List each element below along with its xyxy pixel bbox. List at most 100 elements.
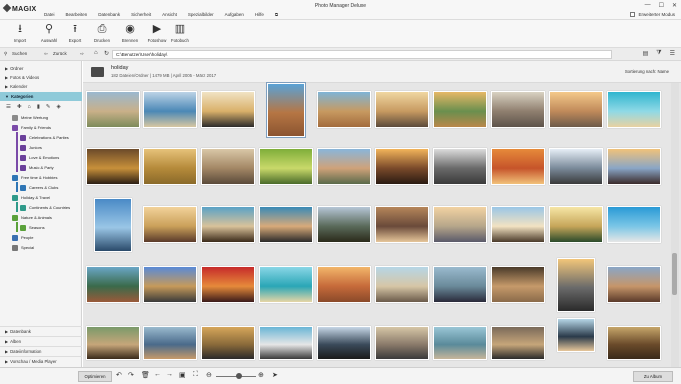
- drucken-button[interactable]: ⎙ Drucken: [90, 23, 114, 43]
- sidebar-section-datenbank[interactable]: ▶ Datenbank: [0, 326, 82, 335]
- view-mode-icon[interactable]: ▤: [643, 50, 649, 57]
- photo-thumbnail[interactable]: [375, 206, 429, 243]
- sidebar-section-vorschau[interactable]: ▶ Vorschau / Media Player: [0, 356, 82, 365]
- trash-icon[interactable]: 🗑: [141, 371, 150, 379]
- photo-thumbnail[interactable]: [259, 266, 313, 303]
- zoom-out-icon[interactable]: ⊖: [206, 371, 212, 379]
- photo-thumbnail[interactable]: [491, 148, 545, 185]
- menu-datei[interactable]: Datei: [44, 12, 55, 17]
- photo-thumbnail[interactable]: [375, 91, 429, 128]
- list-icon[interactable]: ☰: [6, 104, 11, 110]
- advanced-mode-toggle[interactable]: Erweiterter Modus: [630, 12, 675, 17]
- sidebar-section-fotos-videos[interactable]: ▶ Fotos & Videos: [0, 73, 82, 82]
- maximize-icon[interactable]: ☐: [659, 2, 664, 9]
- add-to-album-button[interactable]: Zu Album: [633, 371, 673, 382]
- export-button[interactable]: ⭱ Export: [63, 23, 87, 43]
- undo-icon[interactable]: ↶: [116, 371, 122, 379]
- forward-arrow-icon[interactable]: ⇨: [80, 51, 84, 57]
- fotoshow-button[interactable]: ▶ Fotoshow: [145, 23, 169, 43]
- photo-thumbnail[interactable]: [607, 326, 661, 360]
- sidebar-section-kalender[interactable]: ▶ Kalender: [0, 82, 82, 91]
- photo-thumbnail[interactable]: [433, 91, 487, 128]
- advanced-mode-checkbox[interactable]: [630, 12, 636, 17]
- scrollbar-thumb[interactable]: [672, 253, 677, 295]
- new-category-icon[interactable]: ✚: [17, 104, 22, 110]
- minimize-icon[interactable]: —: [645, 2, 651, 9]
- category-item[interactable]: Celebrations & Parties: [20, 134, 69, 142]
- gallery-icon[interactable]: ▣: [179, 371, 186, 379]
- photo-thumbnail[interactable]: [607, 148, 661, 185]
- photo-thumbnail[interactable]: [259, 326, 313, 360]
- home-icon[interactable]: ⌂: [94, 50, 98, 56]
- photo-thumbnail[interactable]: [201, 206, 255, 243]
- send-icon[interactable]: ➤: [272, 371, 278, 379]
- category-item[interactable]: Continents & Countries: [20, 204, 70, 212]
- arrow-right-icon[interactable]: →: [166, 371, 173, 378]
- photo-thumbnail[interactable]: [433, 148, 487, 185]
- close-icon[interactable]: ✕: [672, 2, 677, 9]
- photo-thumbnail[interactable]: [86, 266, 140, 303]
- fotobuch-button[interactable]: ▥ Fotobuch: [168, 23, 192, 43]
- refresh-icon[interactable]: ↻: [104, 50, 109, 57]
- category-item[interactable]: Nature & Animals: [12, 214, 52, 222]
- filter-icon[interactable]: ⧩: [656, 50, 661, 57]
- photo-thumbnail[interactable]: [143, 148, 197, 185]
- photo-thumbnail[interactable]: [317, 206, 371, 243]
- back-arrow-icon[interactable]: ⇦: [44, 51, 48, 57]
- category-item[interactable]: Free time & Hobbies: [12, 174, 57, 182]
- photo-thumbnail[interactable]: [491, 266, 545, 303]
- photo-thumbnail[interactable]: [549, 206, 603, 243]
- vertical-scrollbar[interactable]: [671, 83, 679, 367]
- photo-thumbnail[interactable]: [375, 148, 429, 185]
- photo-thumbnail[interactable]: [86, 148, 140, 185]
- menu-bearbeiten[interactable]: Bearbeiten: [66, 12, 88, 17]
- photo-thumbnail[interactable]: [491, 206, 545, 243]
- photo-thumbnail[interactable]: [317, 326, 371, 360]
- photo-thumbnail[interactable]: [143, 206, 197, 243]
- photo-thumbnail[interactable]: [143, 91, 197, 128]
- photo-thumbnail[interactable]: [201, 148, 255, 185]
- photo-thumbnail[interactable]: [259, 206, 313, 243]
- photo-thumbnail[interactable]: [375, 326, 429, 360]
- menu-hilfe[interactable]: Hilfe: [255, 12, 264, 17]
- photo-thumbnail[interactable]: [317, 91, 371, 128]
- category-item[interactable]: Careers & Clubs: [20, 184, 58, 192]
- fullscreen-icon[interactable]: ⛶: [193, 371, 198, 379]
- category-item[interactable]: Juniors: [20, 144, 42, 152]
- menu-spezialbilder[interactable]: Spezialbilder: [188, 12, 214, 17]
- sidebar-section-kategorien[interactable]: ▼ Kategorien: [0, 92, 82, 101]
- category-item[interactable]: Holiday & Travel: [12, 194, 50, 202]
- photo-thumbnail[interactable]: [317, 148, 371, 185]
- category-item[interactable]: Love & Emotions: [20, 154, 59, 162]
- category-item[interactable]: Music & Party: [20, 164, 54, 172]
- photo-thumbnail[interactable]: [549, 148, 603, 185]
- photo-thumbnail[interactable]: [201, 326, 255, 360]
- photo-thumbnail[interactable]: [143, 266, 197, 303]
- menu-sicherheit[interactable]: Sicherheit: [131, 12, 151, 17]
- photo-thumbnail[interactable]: [317, 266, 371, 303]
- category-item[interactable]: People: [12, 234, 33, 242]
- category-item[interactable]: Meine Wertung: [12, 114, 48, 122]
- menu-datenbank[interactable]: Datenbank: [98, 12, 120, 17]
- edit-icon[interactable]: ✎: [46, 104, 51, 110]
- brennen-button[interactable]: ◉ Brennen: [118, 23, 142, 43]
- delete-icon[interactable]: ▮: [37, 104, 40, 110]
- photo-thumbnail[interactable]: [86, 91, 140, 128]
- search-link[interactable]: Suchen: [12, 51, 27, 56]
- zoom-slider-handle[interactable]: [236, 373, 242, 379]
- list-icon[interactable]: ☰: [670, 50, 675, 57]
- menu-ansicht[interactable]: Ansicht: [162, 12, 177, 17]
- redo-icon[interactable]: ↷: [128, 371, 134, 379]
- photo-thumbnail[interactable]: [491, 91, 545, 128]
- photo-thumbnail[interactable]: [201, 91, 255, 128]
- photo-thumbnail[interactable]: [491, 326, 545, 360]
- zoom-in-icon[interactable]: ⊕: [258, 371, 264, 379]
- photo-thumbnail[interactable]: [433, 206, 487, 243]
- photo-thumbnail[interactable]: [607, 206, 661, 243]
- screen-icon[interactable]: ⧉: [275, 12, 278, 17]
- photo-thumbnail[interactable]: [433, 266, 487, 303]
- photo-thumbnail[interactable]: [201, 266, 255, 303]
- photo-thumbnail[interactable]: [86, 326, 140, 360]
- category-item[interactable]: Family & Friends: [12, 124, 51, 132]
- search-small-icon[interactable]: ⚲: [4, 51, 7, 57]
